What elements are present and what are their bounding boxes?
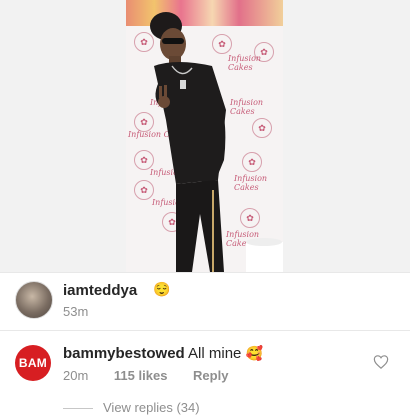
comment-likes[interactable]: 115 likes: [114, 368, 168, 383]
comment: bammybestowed All mine 🥰: [63, 345, 263, 362]
comment-time: 20m: [63, 368, 89, 383]
comment-meta: 20m 115 likes Reply: [63, 368, 250, 383]
view-replies-label[interactable]: View replies (34): [103, 400, 200, 415]
comment-text: All mine: [188, 345, 242, 362]
comment-username[interactable]: bammybestowed: [63, 345, 185, 362]
replies-dash: [63, 408, 93, 410]
post-photo[interactable]: ✿ ✿ ✿ ✿ ✿ ✿ ✿ ✿ ✿ ✿ Infusion Cakes Infus…: [126, 0, 283, 272]
photo-divider: [0, 272, 410, 273]
post-timestamp: 53m: [63, 304, 89, 319]
comment-emoji: 🥰: [245, 345, 264, 361]
caption-divider: [0, 330, 410, 331]
reply-button[interactable]: Reply: [193, 368, 228, 383]
view-replies-link[interactable]: View replies (34): [63, 400, 200, 415]
post-photo-area[interactable]: ✿ ✿ ✿ ✿ ✿ ✿ ✿ ✿ ✿ ✿ Infusion Cakes Infus…: [0, 0, 410, 272]
heart-icon[interactable]: [373, 354, 389, 374]
author-username[interactable]: iamteddya: [63, 282, 137, 299]
commenter-avatar[interactable]: BAM: [15, 345, 51, 381]
author-avatar[interactable]: [15, 281, 53, 319]
author-caption-emoji: 😌: [153, 281, 171, 297]
